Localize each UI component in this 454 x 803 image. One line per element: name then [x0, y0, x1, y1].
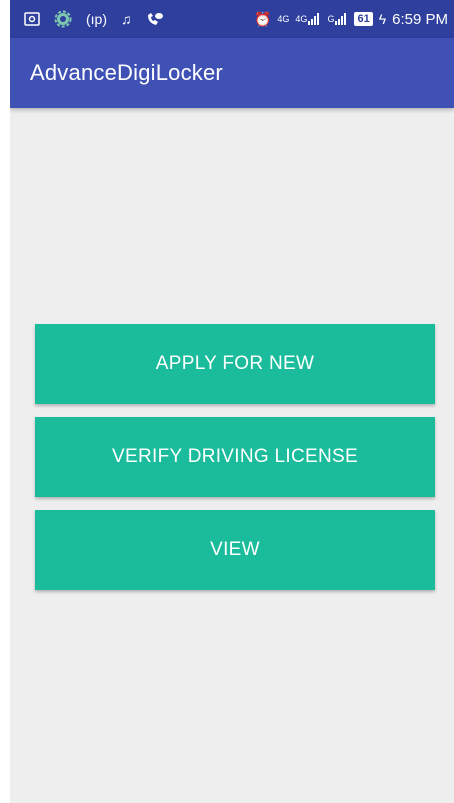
call-icon [146, 11, 164, 27]
network-type-label: 4G [277, 13, 290, 24]
status-bar: (ıp) ♫ ⏰ 4G 4G G 61 ϟ 6:59 PM [10, 0, 454, 38]
alarm-icon: ⏰ [253, 11, 272, 27]
status-right-icons: ⏰ 4G 4G G 61 ϟ 6:59 PM [254, 11, 454, 28]
signal-strength-icon-2: G [327, 13, 348, 25]
battery-icon: 61 [354, 12, 373, 26]
charging-icon: ϟ [378, 11, 387, 27]
app-bar: AdvanceDigiLocker [10, 38, 454, 108]
app-title: AdvanceDigiLocker [30, 60, 223, 85]
status-left-icons: (ıp) ♫ [10, 10, 164, 28]
status-time: 6:59 PM [392, 10, 448, 28]
settings-gear-icon [54, 10, 72, 28]
signal-strength-icon-1: 4G [295, 13, 321, 25]
apply-for-new-button[interactable]: APPLY FOR NEW [35, 324, 435, 404]
music-icon: ♫ [121, 11, 132, 27]
verify-driving-license-button[interactable]: VERIFY DRIVING LICENSE [35, 417, 435, 497]
hotspot-icon: (ıp) [86, 11, 107, 27]
view-button[interactable]: VIEW [35, 510, 435, 590]
app-screen: (ıp) ♫ ⏰ 4G 4G G 61 ϟ 6:59 PM AdvanceDig… [10, 0, 454, 803]
screenshot-icon [24, 12, 40, 26]
